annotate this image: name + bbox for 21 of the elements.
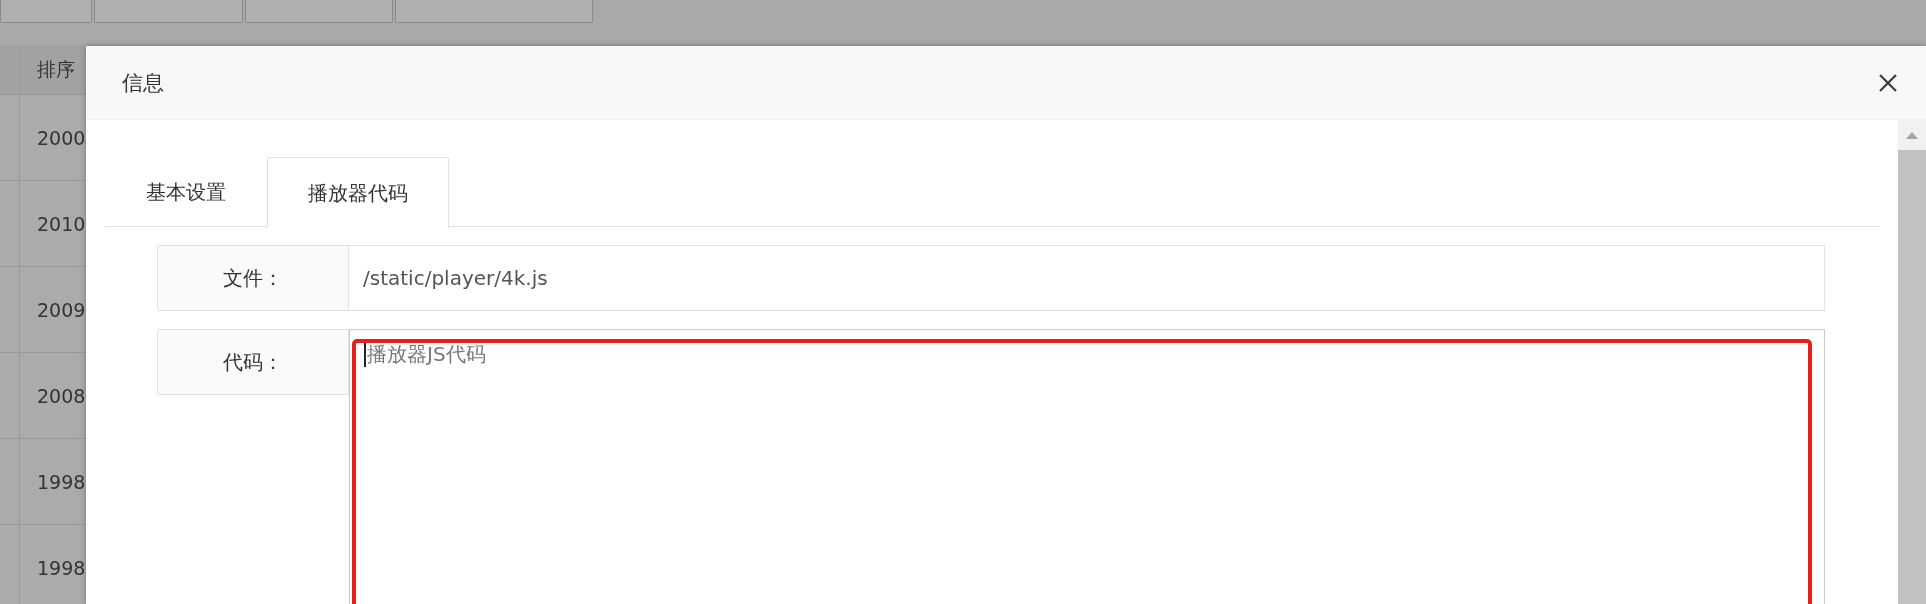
field-label: 文件： [157, 245, 349, 311]
tab[interactable]: 基本设置 [105, 157, 267, 227]
table-cell: 1998 [37, 470, 86, 493]
scrollbar[interactable] [1898, 120, 1926, 604]
table-cell: 2010 [37, 212, 86, 235]
code-textarea[interactable]: 播放器JS代码 [349, 329, 1825, 604]
table-cell: 2000 [37, 126, 86, 149]
toolbar-button[interactable] [395, 0, 593, 23]
file-input[interactable]: /static/player/4k.js [349, 245, 1825, 311]
table-cell: 2008 [37, 384, 86, 407]
column-header: 排序 [37, 56, 75, 82]
table-cell: 1998 [37, 556, 86, 579]
scroll-up-icon[interactable] [1906, 131, 1918, 139]
toolbar-button[interactable] [94, 0, 243, 23]
field-label: 代码： [157, 329, 349, 395]
toolbar-button[interactable] [0, 0, 92, 23]
close-icon[interactable] [1878, 73, 1898, 93]
table-cell: 2009 [37, 298, 86, 321]
toolbar-button[interactable] [245, 0, 393, 23]
dialog-title: 信息 [122, 69, 164, 97]
tab[interactable]: 播放器代码 [267, 157, 449, 228]
